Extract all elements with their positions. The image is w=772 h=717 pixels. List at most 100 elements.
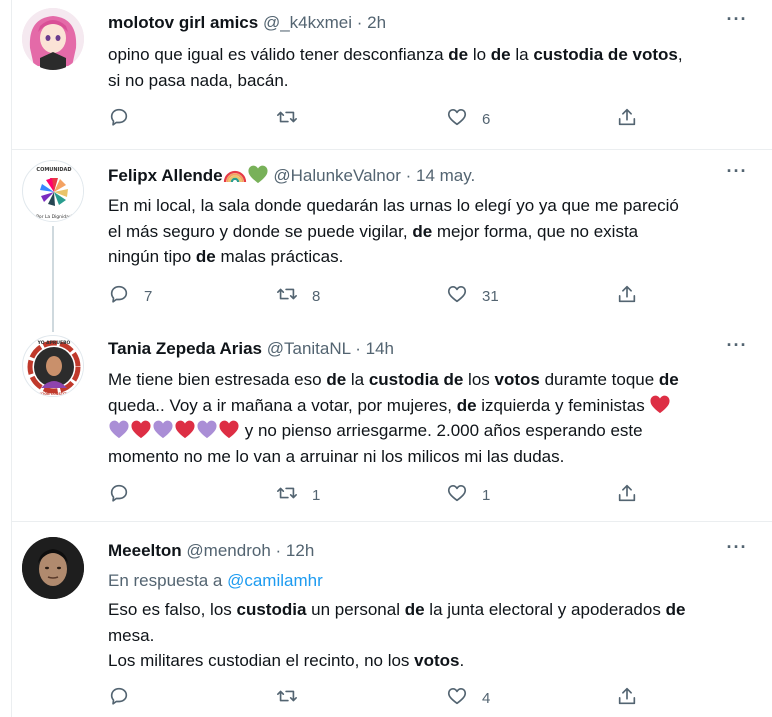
timestamp[interactable]: 14h <box>366 339 394 358</box>
highlighted-term: de <box>404 600 425 619</box>
heart-icon <box>446 482 468 508</box>
like-button[interactable]: 1 <box>446 483 490 507</box>
more-dots-icon[interactable]: ··· <box>722 10 752 36</box>
reply-button[interactable] <box>108 686 144 710</box>
share-upload-icon <box>616 106 638 132</box>
reply-count: 7 <box>144 287 153 305</box>
retweet-button[interactable]: 8 <box>276 284 320 308</box>
share-upload-icon <box>616 685 638 711</box>
thread-connector <box>52 226 54 332</box>
like-count: 31 <box>482 287 499 305</box>
tweet-text-line: y no pienso arriesgarme. 2.000 años espe… <box>108 418 742 444</box>
text-run: el más seguro y donde se puede vigilar, <box>108 221 413 241</box>
text-run: ningún tipo <box>108 247 196 266</box>
highlighted-term: de <box>658 370 679 389</box>
retweet-button[interactable] <box>276 686 312 710</box>
rainbow-emoji-icon <box>223 166 247 190</box>
text-run: queda.. Voy a ir mañana a votar, por muj… <box>108 395 457 415</box>
reply-button[interactable] <box>108 483 144 507</box>
text-run: los <box>463 370 495 389</box>
reply-bubble-icon <box>108 283 130 309</box>
action-bar: 1 1 <box>108 483 648 507</box>
tweet-text: Eso es falso, los custodia un personal d… <box>108 597 742 674</box>
highlighted-term: de <box>326 370 347 389</box>
purple-heart-emoji-icon <box>153 420 173 439</box>
retweet-button[interactable]: 1 <box>276 483 320 507</box>
display-name[interactable]: Tania Zepeda Arias <box>108 339 262 358</box>
tweet-text-line: ningún tipo de malas prácticas. <box>108 244 742 270</box>
text-run: Eso es falso, los <box>108 600 237 619</box>
avatar[interactable] <box>22 8 84 70</box>
retweet-icon <box>276 283 298 309</box>
share-button[interactable] <box>616 284 638 308</box>
more-dots-icon[interactable]: ··· <box>722 538 752 564</box>
avatar[interactable]: YO APRUEBO CONVENCIÓN CONSTITUCIONAL <box>22 335 84 397</box>
purple-heart-emoji-icon <box>197 420 217 439</box>
text-run: malas prácticas. <box>215 247 344 266</box>
reply-button[interactable]: 7 <box>108 284 152 308</box>
tweet-text: En mi local, la sala donde quedarán las … <box>108 193 742 270</box>
like-button[interactable]: 6 <box>446 107 490 131</box>
timestamp[interactable]: 12h <box>286 541 314 560</box>
text-run: la junta electoral y apoderados <box>424 600 666 619</box>
action-bar: 7 8 31 <box>108 284 648 308</box>
display-name[interactable]: Meeelton <box>108 541 182 560</box>
tweet-header: Meeelton @mendroh · 12h <box>108 540 722 562</box>
highlighted-term: votos <box>494 370 540 389</box>
like-button[interactable]: 31 <box>446 284 499 308</box>
retweet-button[interactable] <box>276 107 312 131</box>
text-run: si no pasa nada, bacán. <box>108 70 289 90</box>
share-button[interactable] <box>616 107 638 131</box>
tweet-text-line: Los militares custodian el recinto, no l… <box>108 648 742 674</box>
reply-handle-link[interactable]: @camilamhr <box>227 571 323 590</box>
tweet-text: Me tiene bien estresada eso de la custod… <box>108 367 742 469</box>
red-heart-emoji-icon <box>219 420 239 439</box>
share-upload-icon <box>616 482 638 508</box>
text-run: Me tiene bien estresada eso <box>108 370 327 389</box>
reply-button[interactable] <box>108 107 144 131</box>
reply-bubble-icon <box>108 106 130 132</box>
tweet-text-line: el más seguro y donde se puede vigilar, … <box>108 219 742 245</box>
text-run: mesa. <box>108 625 155 645</box>
heart-icon <box>446 106 468 132</box>
tweet-header: Felipx Allende @HalunkeValnor · 14 may. <box>108 164 722 190</box>
display-name[interactable]: Felipx Allende <box>108 166 223 185</box>
highlighted-term: custodia <box>236 600 307 619</box>
more-dots-icon[interactable]: ··· <box>722 162 752 188</box>
handle[interactable]: @TanitaNL <box>267 339 351 358</box>
red-heart-emoji-icon <box>131 420 151 439</box>
handle[interactable]: @mendroh <box>186 541 270 560</box>
reply-bubble-icon <box>108 482 130 508</box>
handle[interactable]: @_k4kxmei <box>263 13 352 32</box>
timestamp[interactable]: 2h <box>367 13 386 32</box>
share-button[interactable] <box>616 686 638 710</box>
handle[interactable]: @HalunkeValnor <box>273 166 401 185</box>
more-dots-icon[interactable]: ··· <box>722 336 752 362</box>
text-run: duramte toque <box>539 370 659 389</box>
avatar[interactable]: COMUNIDAD Por La Dignidad <box>22 160 84 222</box>
like-button[interactable]: 4 <box>446 686 490 710</box>
like-count: 6 <box>482 110 491 128</box>
display-name[interactable]: molotov girl amics <box>108 13 258 32</box>
text-run: Los militares custodian el recinto, no l… <box>108 651 415 670</box>
avatar[interactable] <box>22 537 84 599</box>
avatar-text: COMUNIDAD <box>36 167 71 173</box>
heart-icon <box>446 685 468 711</box>
share-button[interactable] <box>616 483 638 507</box>
action-bar: 4 <box>108 686 648 710</box>
retweet-icon <box>276 685 298 711</box>
tweet-text-line: opino que igual es válido tener desconfi… <box>108 42 742 68</box>
avatar-text: YO APRUEBO <box>37 340 71 346</box>
text-run: mejor forma, que no exista <box>432 221 639 241</box>
share-upload-icon <box>616 283 638 309</box>
tweet-text: opino que igual es válido tener desconfi… <box>108 42 742 93</box>
tweet-text-line: Me tiene bien estresada eso de la custod… <box>108 367 742 393</box>
like-count: 4 <box>482 689 491 707</box>
tweet-text-line: si no pasa nada, bacán. <box>108 68 742 94</box>
dot-separator: · <box>275 541 282 560</box>
timestamp[interactable]: 14 may. <box>416 166 475 185</box>
text-run: izquierda y feministas <box>476 395 650 415</box>
retweet-count: 1 <box>312 486 321 504</box>
dot-separator: · <box>355 339 361 358</box>
retweet-count: 8 <box>312 287 321 305</box>
